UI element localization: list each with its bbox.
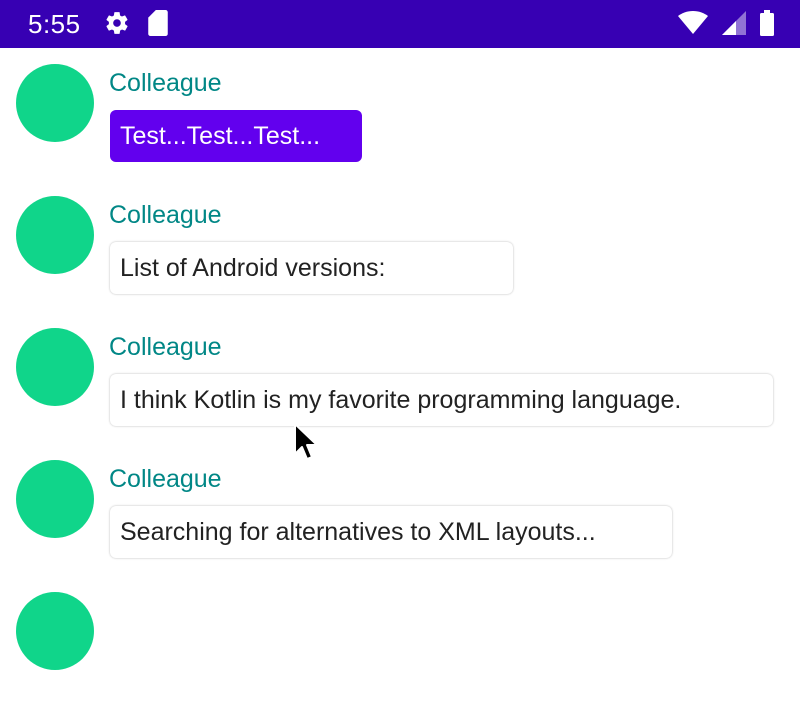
message-row[interactable]: Colleague I think Kotlin is my favorite …	[0, 312, 800, 444]
status-bar: 5:55	[0, 0, 800, 48]
message-row[interactable]: Colleague Searching for alternatives to …	[0, 444, 800, 576]
message-row-partial[interactable]	[0, 576, 800, 708]
avatar	[16, 460, 94, 538]
gear-icon	[104, 10, 130, 41]
cell-signal-icon	[722, 10, 746, 40]
avatar	[16, 328, 94, 406]
message-author: Colleague	[109, 333, 222, 361]
message-row[interactable]: Colleague Test...Test...Test...	[0, 48, 800, 180]
message-bubble[interactable]: List of Android versions:	[110, 242, 513, 294]
battery-icon	[760, 9, 774, 41]
mouse-pointer-icon	[293, 422, 321, 462]
status-time: 5:55	[28, 9, 81, 39]
message-row[interactable]: Colleague List of Android versions:	[0, 180, 800, 312]
wifi-icon	[678, 10, 708, 40]
message-author: Colleague	[109, 69, 222, 97]
message-author: Colleague	[109, 201, 222, 229]
sd-card-icon	[148, 9, 168, 41]
message-bubble[interactable]: I think Kotlin is my favorite programmin…	[110, 374, 773, 426]
message-author: Colleague	[109, 465, 222, 493]
avatar	[16, 196, 94, 274]
message-bubble[interactable]: Test...Test...Test...	[110, 110, 362, 162]
avatar	[16, 592, 94, 670]
status-left-icons	[104, 9, 168, 41]
message-bubble[interactable]: Searching for alternatives to XML layout…	[110, 506, 672, 558]
message-list[interactable]: Colleague Test...Test...Test... Colleagu…	[0, 48, 800, 670]
status-right-icons	[678, 9, 774, 41]
avatar	[16, 64, 94, 142]
